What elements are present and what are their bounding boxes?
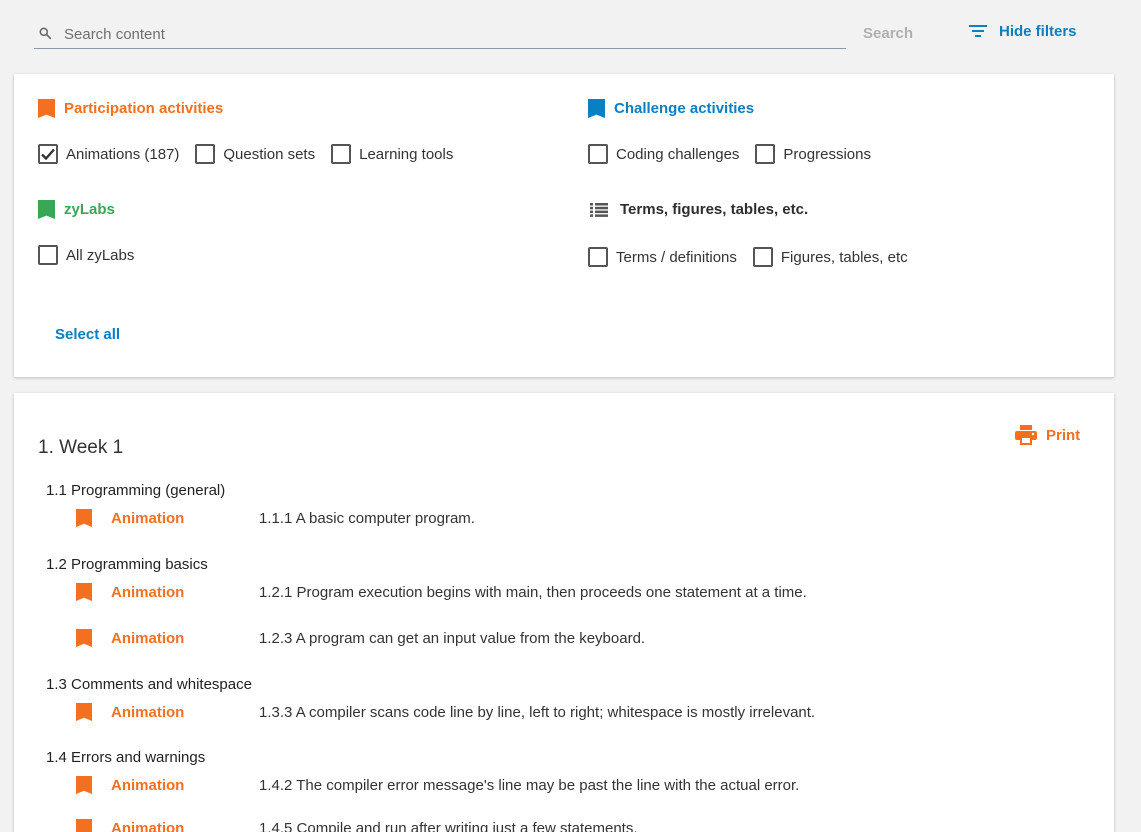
- filter-progressions[interactable]: Progressions: [755, 144, 871, 164]
- filter-question-sets[interactable]: Question sets: [195, 144, 315, 164]
- filter-all-zylabs[interactable]: All zyLabs: [38, 245, 134, 265]
- figures-tables-checkbox[interactable]: [752, 247, 773, 267]
- animation-bookmark-icon: [76, 819, 92, 832]
- animation-bookmark-icon: [76, 583, 92, 601]
- participation-label: Participation activities: [64, 100, 224, 117]
- challenge-options: Coding challenges Progressions: [588, 144, 887, 164]
- section-title: 1.2 Programming basics: [46, 556, 208, 573]
- activity-title[interactable]: 1.2.1 Program execution begins with main…: [259, 584, 807, 601]
- participation-bookmark-icon: [38, 99, 55, 118]
- zylabs-options: All zyLabs: [38, 245, 150, 265]
- content-panel: Print 1. Week 1 1.1 Programming (general…: [14, 393, 1114, 832]
- terms-definitions-label: Terms / definitions: [616, 248, 737, 266]
- all-zylabs-label: All zyLabs: [66, 246, 135, 264]
- filter-animations[interactable]: Animations (187): [38, 144, 179, 164]
- all-zylabs-checkbox[interactable]: [38, 245, 58, 265]
- chapter-title: 1. Week 1: [38, 437, 124, 458]
- terms-label: Terms, figures, tables, etc.: [620, 201, 809, 218]
- search-bar: [34, 18, 846, 49]
- search-input[interactable]: [64, 24, 834, 44]
- participation-options: Animations (187) Question sets Learning …: [38, 144, 469, 164]
- progressions-checkbox[interactable]: [755, 144, 776, 164]
- animations-checkbox[interactable]: [38, 144, 58, 164]
- activity-type: Animation: [111, 509, 185, 527]
- animation-bookmark-icon: [76, 509, 92, 527]
- learning-tools-checkbox[interactable]: [331, 144, 352, 164]
- printer-icon: [1015, 425, 1037, 445]
- filter-learning-tools[interactable]: Learning tools: [331, 144, 453, 164]
- figures-tables-label: Figures, tables, etc: [780, 248, 908, 266]
- activity-row[interactable]: Animation 1.3.3 A compiler scans code li…: [76, 701, 815, 723]
- activity-title[interactable]: 1.1.1 A basic computer program.: [259, 510, 475, 527]
- print-label: Print: [1046, 426, 1081, 444]
- animation-bookmark-icon: [76, 776, 92, 794]
- challenge-bookmark-icon: [588, 99, 605, 118]
- activity-type: Animation: [111, 703, 185, 721]
- participation-header: Participation activities: [38, 99, 223, 118]
- terms-definitions-checkbox[interactable]: [588, 247, 608, 267]
- activity-type: Animation: [111, 819, 185, 832]
- activity-row[interactable]: Animation 1.4.2 The compiler error messa…: [76, 774, 799, 796]
- progressions-label: Progressions: [783, 145, 871, 163]
- activity-title[interactable]: 1.4.5 Compile and run after writing just…: [259, 820, 638, 832]
- coding-challenges-label: Coding challenges: [616, 145, 740, 163]
- activity-title[interactable]: 1.2.3 A program can get an input value f…: [259, 630, 645, 647]
- section-title: 1.3 Comments and whitespace: [46, 676, 252, 693]
- activity-title[interactable]: 1.3.3 A compiler scans code line by line…: [259, 704, 815, 721]
- zylabs-header: zyLabs: [38, 200, 115, 219]
- question-sets-checkbox[interactable]: [195, 144, 216, 164]
- activity-type: Animation: [111, 776, 185, 794]
- zylabs-label: zyLabs: [64, 201, 115, 218]
- activity-row[interactable]: Animation 1.1.1 A basic computer program…: [76, 507, 475, 529]
- search-button[interactable]: Search: [863, 25, 913, 42]
- search-icon: [39, 27, 52, 40]
- learning-tools-label: Learning tools: [359, 145, 454, 163]
- question-sets-label: Question sets: [223, 145, 316, 163]
- animation-bookmark-icon: [76, 703, 92, 721]
- animation-bookmark-icon: [76, 629, 92, 647]
- animations-label: Animations (187): [66, 145, 180, 163]
- terms-header: Terms, figures, tables, etc.: [590, 201, 808, 218]
- print-button[interactable]: Print: [1015, 425, 1080, 445]
- hide-filters-button[interactable]: Hide filters: [968, 21, 1077, 41]
- activity-row[interactable]: Animation 1.4.5 Compile and run after wr…: [76, 817, 638, 832]
- section-title: 1.4 Errors and warnings: [46, 749, 206, 766]
- filter-coding-challenges[interactable]: Coding challenges: [588, 144, 739, 164]
- filters-panel: Participation activities Animations (187…: [14, 74, 1114, 377]
- challenge-label: Challenge activities: [614, 100, 755, 117]
- activity-type: Animation: [111, 583, 185, 601]
- zylabs-bookmark-icon: [38, 200, 55, 219]
- activity-type: Animation: [111, 629, 185, 647]
- checkmark-icon: [41, 148, 55, 161]
- hide-filters-label: Hide filters: [999, 22, 1077, 40]
- list-icon: [590, 202, 608, 217]
- filter-icon: [969, 25, 987, 37]
- activity-title[interactable]: 1.4.2 The compiler error message's line …: [259, 777, 799, 794]
- activity-row[interactable]: Animation 1.2.1 Program execution begins…: [76, 581, 807, 603]
- filter-terms-definitions[interactable]: Terms / definitions: [588, 247, 737, 267]
- terms-options: Terms / definitions Figures, tables, etc: [588, 247, 924, 267]
- challenge-header: Challenge activities: [588, 99, 754, 118]
- activity-row[interactable]: Animation 1.2.3 A program can get an inp…: [76, 627, 645, 649]
- select-all-button[interactable]: Select all: [55, 326, 120, 343]
- section-title: 1.1 Programming (general): [46, 482, 226, 499]
- filter-figures-tables[interactable]: Figures, tables, etc: [752, 247, 908, 267]
- coding-challenges-checkbox[interactable]: [588, 144, 608, 164]
